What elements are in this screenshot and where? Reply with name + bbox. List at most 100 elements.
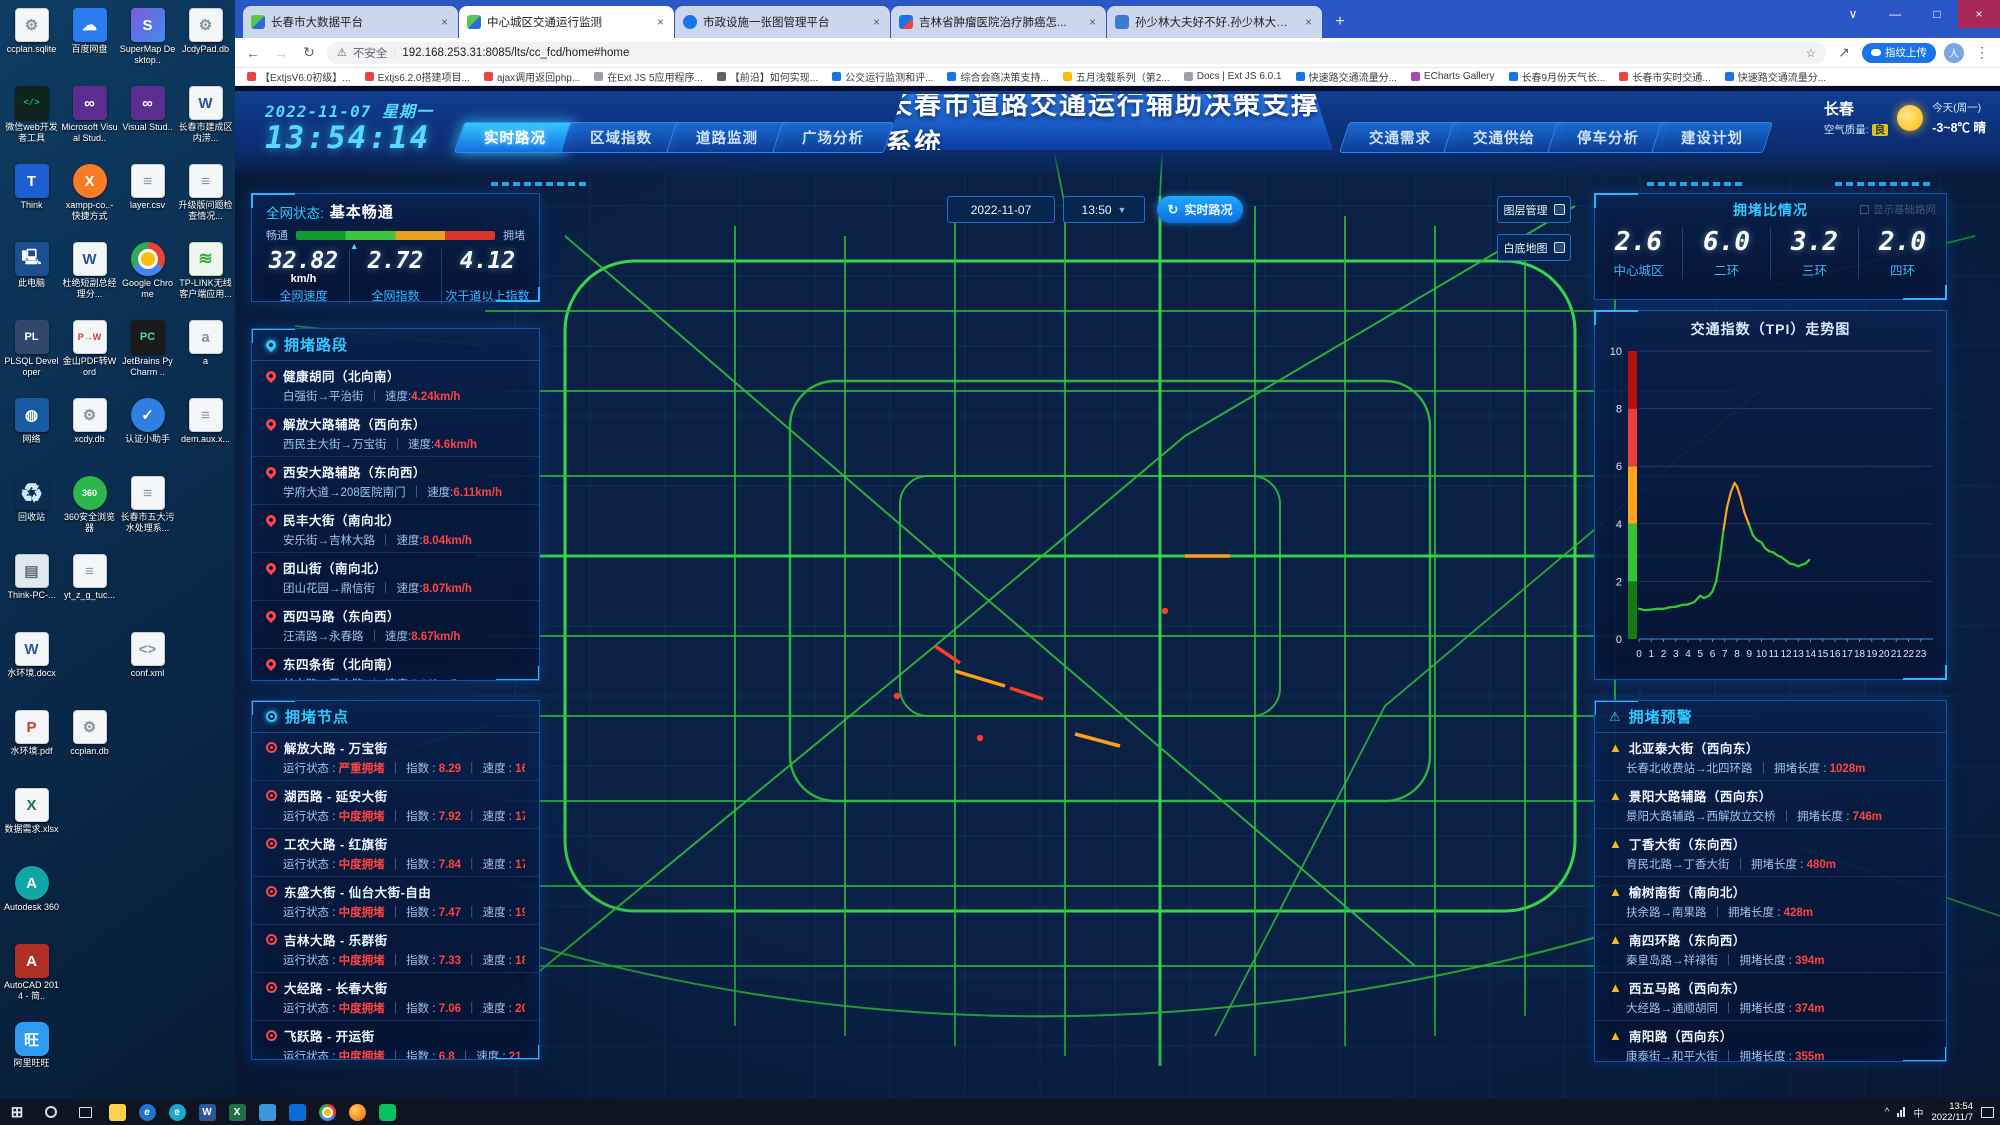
- tab-close-icon[interactable]: ×: [439, 15, 450, 29]
- tab-close-icon[interactable]: ×: [1087, 15, 1098, 29]
- maximize-button[interactable]: □: [1916, 0, 1958, 28]
- new-tab-button[interactable]: +: [1327, 9, 1353, 35]
- bookmark-item[interactable]: 五月浅载系列（第2...: [1063, 69, 1170, 84]
- desktop-icon[interactable]: ▤Think-PC-...: [3, 552, 60, 628]
- minimize-button[interactable]: —: [1874, 0, 1916, 28]
- desktop-icon[interactable]: W水环境.docx: [3, 630, 60, 706]
- taskbar-store[interactable]: [282, 1099, 312, 1125]
- tab-建设计划[interactable]: 建设计划: [1651, 122, 1773, 153]
- desktop-icon[interactable]: ≡dem.aux.x...: [177, 396, 234, 472]
- network-icon[interactable]: [1897, 1107, 1905, 1117]
- desktop-icon[interactable]: PCJetBrains PyCharm ..: [119, 318, 176, 394]
- desktop-icon[interactable]: W长春市建成区内涝...: [177, 84, 234, 160]
- desktop-icon[interactable]: W杜绝短副总经理分...: [61, 240, 118, 316]
- desktop-icon[interactable]: ⚙ccplan.sqlite: [3, 6, 60, 82]
- desktop-icon[interactable]: ∞Microsoft Visual Stud..: [61, 84, 118, 160]
- desktop-icon[interactable]: ≋TP-LINK无线客户端应用...: [177, 240, 234, 316]
- time-picker[interactable]: 13:50▼: [1063, 196, 1145, 223]
- bookmark-item[interactable]: 公交运行监测和评...: [832, 69, 933, 84]
- taskbar-firefox[interactable]: [342, 1099, 372, 1125]
- desktop-icon[interactable]: ≡yt_z_g_tuc...: [61, 552, 118, 628]
- address-bar[interactable]: ⚠ 不安全 | 192.168.253.31:8085/lts/cc_fcd/h…: [327, 42, 1826, 64]
- desktop-icon[interactable]: ✓认证小助手: [119, 396, 176, 472]
- bookmark-item[interactable]: 快速路交通流量分...: [1296, 69, 1397, 84]
- bookmark-item[interactable]: 在Ext JS 5应用程序...: [594, 69, 703, 84]
- show-base-network-toggle[interactable]: 显示基础路网: [1860, 202, 1936, 217]
- bookmark-item[interactable]: ajax调用返回php...: [484, 69, 580, 84]
- taskbar-task-view[interactable]: [68, 1099, 102, 1125]
- congested-node-item[interactable]: 飞跃路 - 开运街运行状态 : 中度拥堵｜指数 : 6.8｜速度 : 21.17…: [252, 1021, 539, 1060]
- bookmark-item[interactable]: 【ExtjsV6.0初级】...: [247, 69, 351, 84]
- bookmark-item[interactable]: 【前沿】如何实现...: [717, 69, 818, 84]
- tab-交通供给[interactable]: 交通供给: [1443, 122, 1565, 153]
- warning-item[interactable]: ▲丁香大街（东向西）育民北路→丁香大街｜拥堵长度 : 480m: [1595, 829, 1946, 877]
- desktop-icon[interactable]: X数据需求.xlsx: [3, 786, 60, 862]
- notification-center-icon[interactable]: [1981, 1107, 1994, 1118]
- desktop-icon[interactable]: ⚙ccplan.db: [61, 708, 118, 784]
- taskbar-word[interactable]: W: [192, 1099, 222, 1125]
- warning-item[interactable]: ▲南阳路（西向东）康泰街→和平大街｜拥堵长度 : 355m: [1595, 1021, 1946, 1062]
- desktop-icon[interactable]: PLPLSQL Developer: [3, 318, 60, 394]
- desktop-icon[interactable]: ⚙JcdyPad.db: [177, 6, 234, 82]
- refresh-icon[interactable]: ↻: [299, 44, 319, 61]
- desktop-icon[interactable]: ⚙xcdy.db: [61, 396, 118, 472]
- congested-road-item[interactable]: 民丰大街（南向北）安乐街→吉林大路｜速度:8.04km/h: [252, 505, 539, 553]
- congested-road-item[interactable]: 健康胡同（北向南）白强街→平治街｜速度:4.24km/h: [252, 361, 539, 409]
- desktop-icon[interactable]: 360360安全浏览器: [61, 474, 118, 550]
- desktop-icon[interactable]: P→W金山PDF转Word: [61, 318, 118, 394]
- desktop-icon[interactable]: aa: [177, 318, 234, 394]
- tpi-line-chart[interactable]: 0246810012345678910111213141516171819202…: [1598, 341, 1943, 671]
- tab-停车分析[interactable]: 停车分析: [1547, 122, 1669, 153]
- window-chevron-icon[interactable]: ∨: [1832, 0, 1874, 28]
- desktop-icon[interactable]: Google Chrome: [119, 240, 176, 316]
- browser-tab[interactable]: 吉林省肿瘤医院治疗肺癌怎...×: [891, 6, 1106, 38]
- profile-avatar[interactable]: 人: [1944, 43, 1964, 63]
- desktop-icon[interactable]: ◍网络: [3, 396, 60, 472]
- warning-item[interactable]: ▲榆树南街（南向北）扶余路→南果路｜拥堵长度 : 428m: [1595, 877, 1946, 925]
- date-picker[interactable]: 2022-11-07: [947, 196, 1055, 223]
- desktop-icon[interactable]: 旺阿里旺旺: [3, 1020, 60, 1096]
- tab-close-icon[interactable]: ×: [655, 15, 666, 29]
- bookmark-item[interactable]: 长春9月份天气长...: [1509, 69, 1606, 84]
- bookmark-item[interactable]: Docs | Ext JS 6.0.1: [1184, 71, 1282, 82]
- forward-icon[interactable]: →: [271, 45, 291, 61]
- bookmark-item[interactable]: Extjs6.2.0搭建项目...: [365, 69, 470, 84]
- taskbar-ie[interactable]: e: [132, 1099, 162, 1125]
- desktop-icon[interactable]: </>微信web开发者工具: [3, 84, 60, 160]
- browser-tab[interactable]: 中心城区交通运行监测×: [459, 6, 674, 38]
- tab-实时路况[interactable]: 实时路况: [454, 122, 576, 153]
- warning-item[interactable]: ▲北亚泰大街（西向东）长春北收费站→北四环路｜拥堵长度 : 1028m: [1595, 733, 1946, 781]
- congested-node-item[interactable]: 大经路 - 长春大街运行状态 : 中度拥堵｜指数 : 7.06｜速度 : 20.…: [252, 973, 539, 1021]
- fingerprint-upload-chip[interactable]: 指纹上传: [1862, 43, 1936, 63]
- tab-道路监测[interactable]: 道路监测: [666, 122, 788, 153]
- warning-item[interactable]: ▲景阳大路辅路（西向东）景阳大路辅路→西解放立交桥｜拥堵长度 : 746m: [1595, 781, 1946, 829]
- congested-road-item[interactable]: 西安大路辅路（东向西）学府大道→208医院南门｜速度:6.11km/h: [252, 457, 539, 505]
- tab-交通需求[interactable]: 交通需求: [1339, 122, 1461, 153]
- desktop-icon[interactable]: ☁百度网盘: [61, 6, 118, 82]
- taskbar-photos[interactable]: [252, 1099, 282, 1125]
- tab-close-icon[interactable]: ×: [1303, 15, 1314, 29]
- bookmark-star-icon[interactable]: ☆: [1806, 46, 1816, 60]
- taskbar-edge[interactable]: e: [162, 1099, 192, 1125]
- congested-node-item[interactable]: 解放大路 - 万宝街运行状态 : 严重拥堵｜指数 : 8.29｜速度 : 16.…: [252, 733, 539, 781]
- taskbar-file-explorer[interactable]: [102, 1099, 132, 1125]
- back-icon[interactable]: ←: [243, 45, 263, 61]
- tab-close-icon[interactable]: ×: [871, 15, 882, 29]
- congested-road-item[interactable]: 团山街（南向北）团山花园→鼎信街｜速度:8.07km/h: [252, 553, 539, 601]
- taskbar-clock[interactable]: 13:54 2022/11/7: [1931, 1101, 1973, 1123]
- tab-广场分析[interactable]: 广场分析: [772, 122, 894, 153]
- warning-item[interactable]: ▲西五马路（西向东）大经路→通顺胡同｜拥堵长度 : 374m: [1595, 973, 1946, 1021]
- bookmark-item[interactable]: 长春市实时交通...: [1619, 69, 1710, 84]
- url-text[interactable]: 192.168.253.31:8085/lts/cc_fcd/home#home: [402, 47, 629, 59]
- taskbar-excel[interactable]: X: [222, 1099, 252, 1125]
- congested-node-item[interactable]: 湖西路 - 延安大街运行状态 : 中度拥堵｜指数 : 7.92｜速度 : 17.…: [252, 781, 539, 829]
- tab-区域指数[interactable]: 区域指数: [560, 122, 682, 153]
- desktop-icon[interactable]: AAutoCAD 2014 - 简..: [3, 942, 60, 1018]
- desktop-icon[interactable]: <>conf.xml: [119, 630, 176, 706]
- browser-tab[interactable]: 市政设施一张图管理平台×: [675, 6, 890, 38]
- browser-tab[interactable]: 孙少林大夫好不好.孙少林大夫...×: [1107, 6, 1322, 38]
- congested-road-item[interactable]: 解放大路辅路（西向东）西民主大街→万宝街｜速度:4.6km/h: [252, 409, 539, 457]
- taskbar-start[interactable]: ⊞: [0, 1099, 34, 1125]
- share-icon[interactable]: ↗: [1834, 44, 1854, 61]
- congested-node-item[interactable]: 吉林大路 - 乐群街运行状态 : 中度拥堵｜指数 : 7.33｜速度 : 18.…: [252, 925, 539, 973]
